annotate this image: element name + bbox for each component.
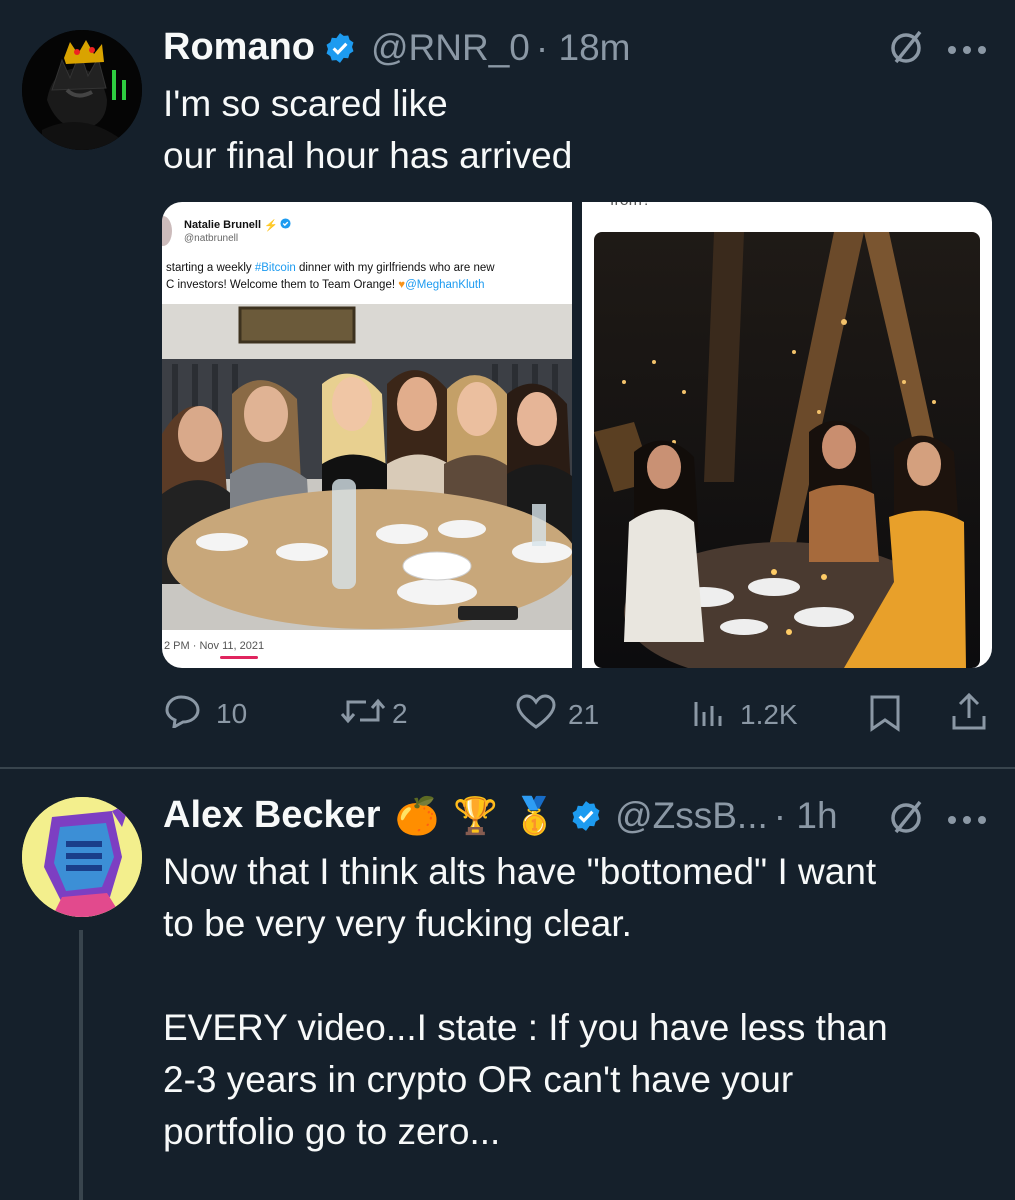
reply-count: 10	[216, 697, 248, 729]
grok-icon[interactable]	[888, 28, 926, 71]
verified-badge-icon[interactable]	[569, 799, 603, 833]
avatar[interactable]	[22, 797, 142, 917]
reply-icon	[164, 694, 202, 733]
share-button[interactable]	[950, 692, 988, 737]
embedded-handle: @natbrunell	[184, 233, 239, 244]
embedded-verified-icon	[280, 216, 291, 234]
red-underline	[220, 656, 258, 659]
author-name[interactable]: Alex Becker	[163, 794, 381, 837]
embedded-mention: @MeghanKluth	[405, 279, 485, 291]
tweet-time[interactable]: · 18m	[536, 27, 631, 69]
tweet-text: Now that I think alts have "bottomed" I …	[163, 851, 888, 1152]
lightning-icon: ⚡	[264, 219, 278, 232]
author-handle[interactable]: @RNR_0	[371, 27, 530, 69]
more-icon[interactable]	[947, 812, 989, 830]
night-photo	[594, 232, 980, 668]
media-image-right[interactable]: from?	[582, 202, 992, 668]
tweet-divider	[0, 767, 1015, 769]
bookmark-button[interactable]	[868, 694, 902, 737]
embedded-text: starting a weekly #Bitcoin dinner with m…	[166, 260, 495, 294]
avatar[interactable]	[22, 30, 142, 150]
repost-count: 2	[392, 697, 408, 729]
author-handle[interactable]: @ZssB...	[615, 795, 768, 837]
verified-badge-icon[interactable]	[323, 31, 357, 65]
tweet-time[interactable]: · 1h	[774, 795, 838, 837]
views-button[interactable]: 1.2K	[692, 694, 798, 735]
repost-icon	[340, 694, 386, 733]
media-image-left[interactable]: Natalie Brunell ⚡ @natbrunell starting a…	[162, 202, 572, 668]
repost-button[interactable]: 2	[340, 694, 408, 733]
grok-icon[interactable]	[888, 798, 926, 841]
embedded-text-part: starting a weekly	[166, 262, 255, 274]
heart-icon	[516, 694, 556, 735]
embedded-hashtag: #Bitcoin	[254, 262, 296, 274]
bookmark-icon	[868, 695, 902, 736]
embedded-photo	[162, 304, 572, 630]
embedded-timestamp: 2 PM · Nov 11, 2021	[164, 640, 265, 652]
like-button[interactable]: 21	[516, 694, 599, 735]
tweet-header: Alex Becker 🍊 🏆 🥇 @ZssB... · 1h	[163, 794, 838, 837]
analytics-icon	[692, 694, 728, 735]
embedded-avatar	[162, 216, 172, 246]
thread-line	[79, 930, 83, 1200]
like-count: 21	[568, 698, 600, 730]
emoji-badges: 🍊 🏆 🥇	[394, 794, 560, 836]
view-count: 1.2K	[740, 698, 798, 730]
tweet-header: Romano @RNR_0 · 18m	[163, 26, 630, 69]
author-name[interactable]: Romano	[163, 26, 315, 69]
media-grid[interactable]: Natalie Brunell ⚡ @natbrunell starting a…	[162, 202, 992, 668]
embedded-text-part: C investors! Welcome them to Team Orange…	[166, 279, 399, 291]
more-icon[interactable]	[947, 42, 989, 60]
embedded-name: Natalie Brunell	[184, 219, 262, 231]
share-icon	[950, 692, 988, 736]
embedded-text-part: dinner with my girlfriends who are new	[295, 262, 495, 274]
tweet-text: I'm so scared like our final hour has ar…	[163, 83, 573, 176]
embedded-header: Natalie Brunell ⚡	[184, 216, 291, 234]
reply-button[interactable]: 10	[164, 694, 247, 733]
cropped-text: from?	[610, 202, 651, 210]
